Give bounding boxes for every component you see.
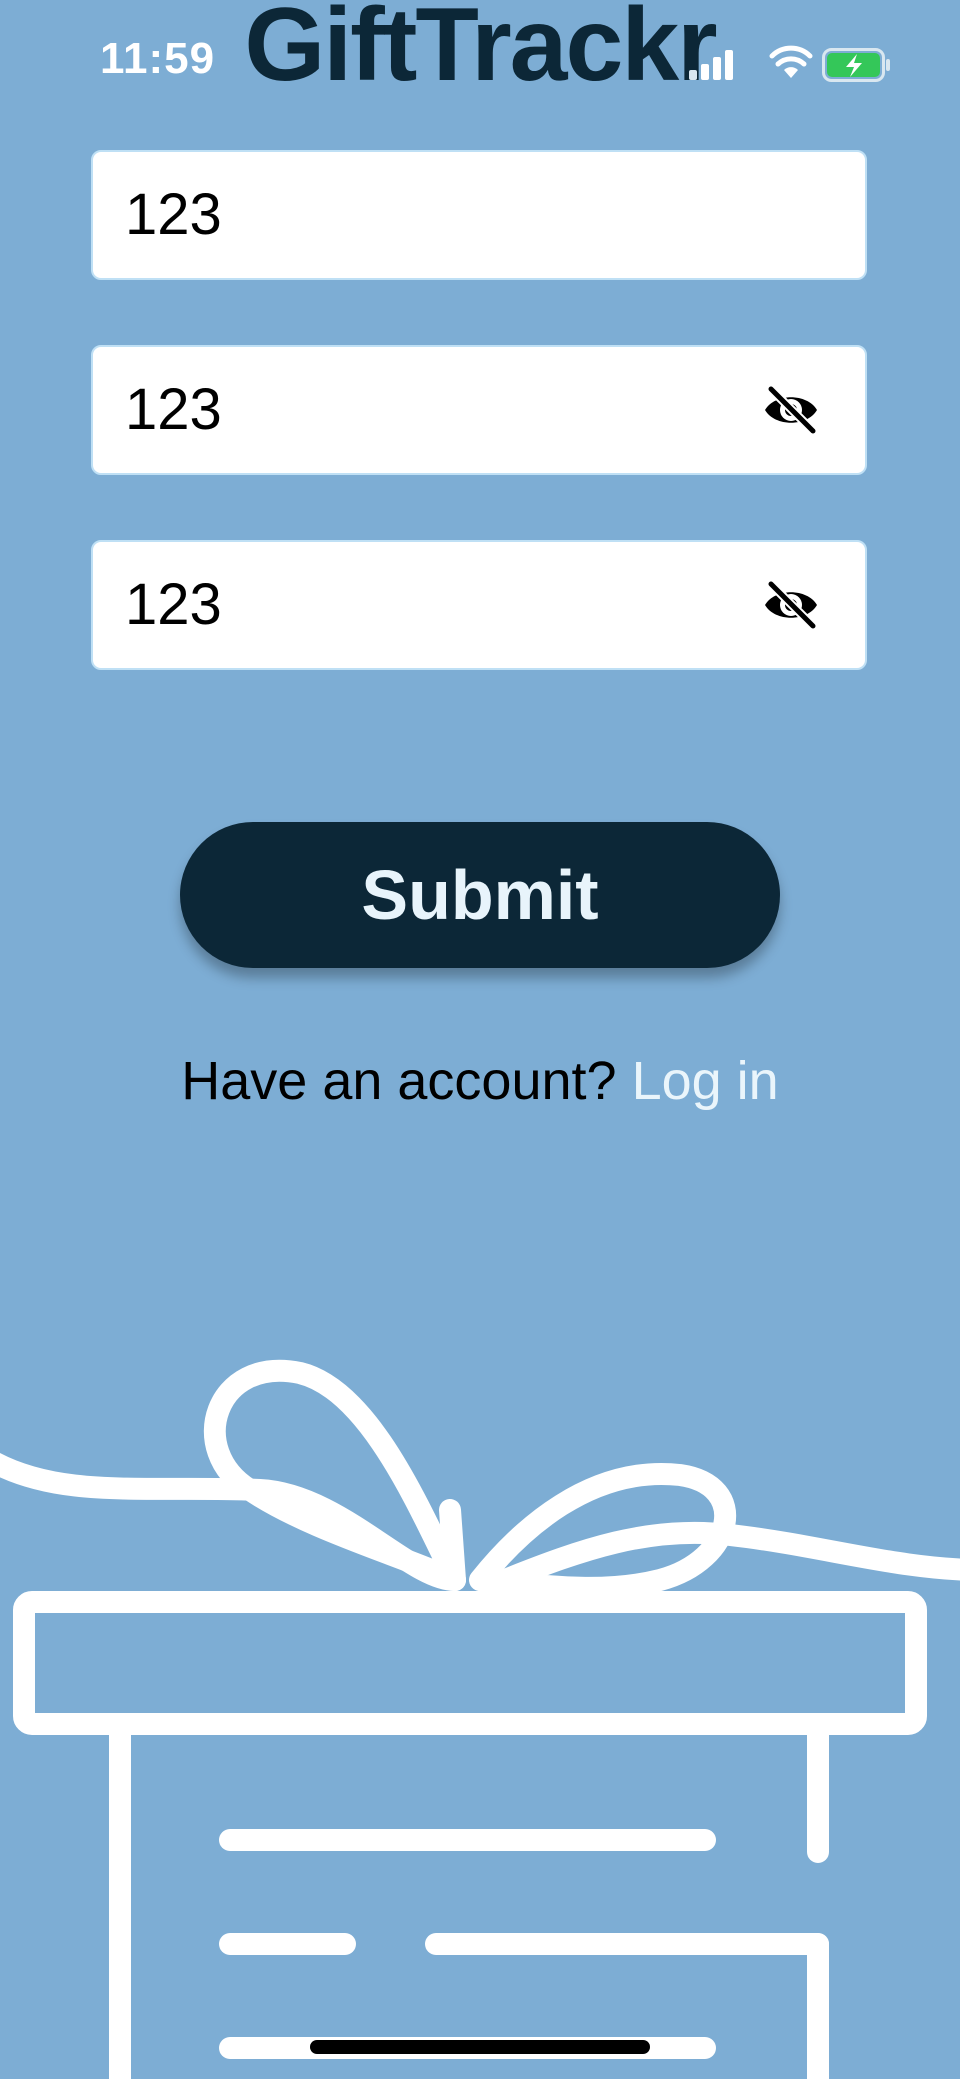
status-time: 11:59 <box>100 34 216 83</box>
eye-off-icon[interactable] <box>761 385 821 435</box>
login-prompt-text: Have an account? <box>181 1051 617 1111</box>
status-bar: GiftTrackr 11:59 <box>0 0 960 130</box>
login-link[interactable]: Log in <box>632 1051 779 1111</box>
signal-icon <box>689 50 733 80</box>
confirm-password-field[interactable]: 123 <box>91 540 867 670</box>
field-value: 123 <box>125 572 222 637</box>
login-prompt: Have an account? Log in <box>0 1050 960 1112</box>
wifi-icon <box>769 45 813 78</box>
input-field-1[interactable]: 123 <box>91 150 867 280</box>
home-indicator[interactable] <box>310 2040 650 2054</box>
eye-off-icon[interactable] <box>761 580 821 630</box>
submit-button[interactable]: Submit <box>180 822 780 968</box>
password-field[interactable]: 123 <box>91 345 867 475</box>
battery-charging-icon <box>822 48 890 82</box>
gift-illustration <box>0 1359 960 2079</box>
field-value: 123 <box>125 182 222 247</box>
field-value: 123 <box>125 377 222 442</box>
